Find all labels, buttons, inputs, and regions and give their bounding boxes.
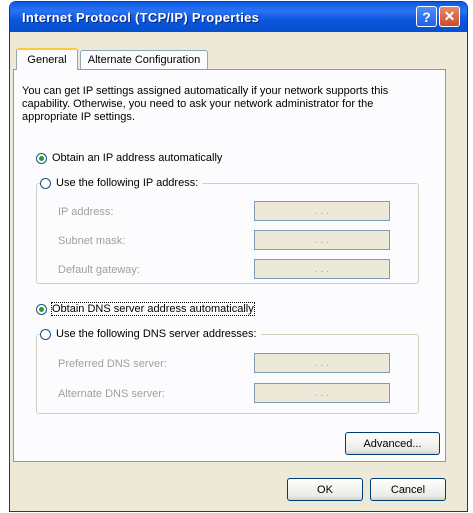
description-text: You can get IP settings assigned automat… (22, 85, 389, 123)
radio-button-icon[interactable] (40, 328, 51, 340)
preferred-dns-field[interactable]: . . . (254, 353, 390, 373)
window-title: Internet Protocol (TCP/IP) Properties (22, 10, 260, 25)
radio-label: Use the following DNS server addresses: (56, 328, 257, 340)
radio-button-icon[interactable] (36, 152, 47, 164)
radio-use-following-dns[interactable]: Use the following DNS server addresses: (40, 328, 261, 340)
ip-address-label: IP address: (58, 206, 114, 218)
subnet-mask-field[interactable]: . . . (254, 230, 390, 250)
close-button[interactable]: ✕ (439, 6, 460, 27)
help-button[interactable]: ? (416, 6, 437, 27)
alternate-dns-field[interactable]: . . . (254, 383, 390, 403)
ok-button[interactable]: OK (287, 478, 363, 501)
radio-label: Obtain DNS server address automatically (51, 302, 255, 316)
radio-label: Obtain an IP address automatically (52, 152, 223, 164)
radio-button-icon[interactable] (40, 177, 51, 189)
tab-general[interactable]: General (16, 48, 78, 70)
radio-obtain-ip-auto[interactable]: Obtain an IP address automatically (36, 152, 227, 164)
radio-obtain-dns-auto[interactable]: Obtain DNS server address automatically (36, 302, 258, 316)
tab-alternate-configuration[interactable]: Alternate Configuration (80, 50, 208, 69)
cancel-button[interactable]: Cancel (370, 478, 446, 501)
subnet-mask-label: Subnet mask: (58, 235, 126, 247)
ip-address-field[interactable]: . . . (254, 201, 390, 221)
alternate-dns-label: Alternate DNS server: (58, 388, 165, 400)
close-icon: ✕ (443, 8, 456, 24)
radio-label: Use the following IP address: (56, 177, 199, 189)
preferred-dns-label: Preferred DNS server: (58, 358, 167, 370)
advanced-button[interactable]: Advanced... (345, 432, 440, 455)
help-icon: ? (422, 8, 431, 25)
radio-use-following-ip[interactable]: Use the following IP address: (40, 177, 203, 189)
default-gateway-field[interactable]: . . . (254, 259, 390, 279)
title-bar[interactable]: Internet Protocol (TCP/IP) Properties ? … (10, 2, 467, 32)
radio-button-icon[interactable] (36, 303, 47, 315)
default-gateway-label: Default gateway: (58, 264, 140, 276)
